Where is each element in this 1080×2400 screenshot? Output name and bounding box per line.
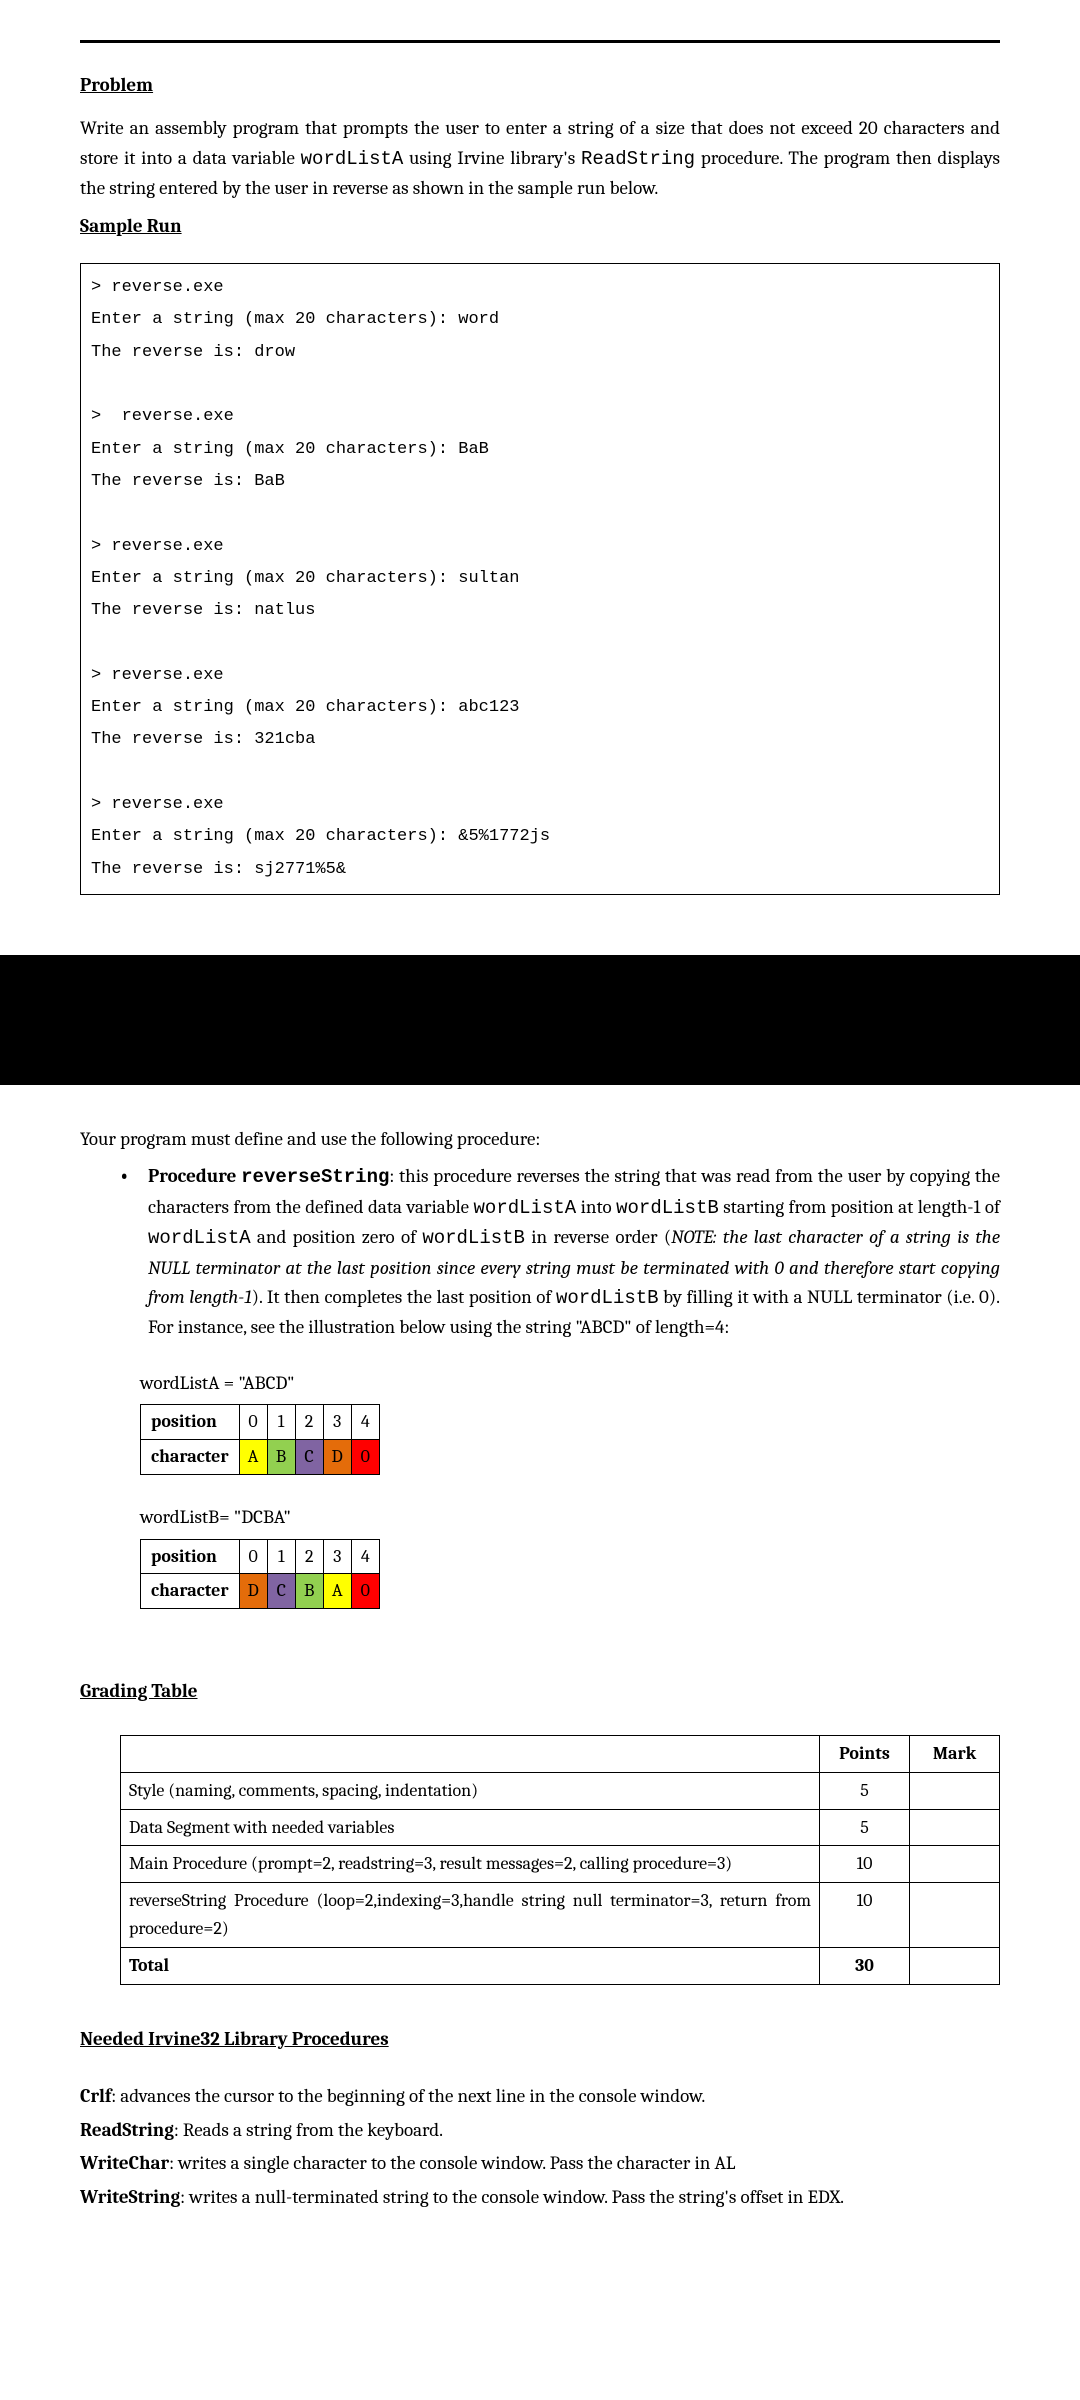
bullet-into: into [576,1196,616,1218]
lib-wchar-name: WriteChar [80,2152,169,2174]
grading-head-empty [121,1735,820,1772]
heading-problem: Problem [80,71,153,100]
bullet-body: Procedure reverseString: this procedure … [148,1162,1000,1343]
char-label-b: character [141,1574,240,1609]
pos-b-0: 0 [239,1539,267,1574]
bullet-d: starting from position at length-1 of [719,1196,1000,1218]
grading-pts-3: 10 [820,1883,910,1948]
grading-pts-0: 5 [820,1772,910,1809]
bullet-wordb-3: wordListB [556,1287,659,1309]
lib-crlf: Crlf: advances the cursor to the beginni… [80,2082,1000,2111]
pos-a-4: 4 [351,1405,379,1440]
pos-b-4: 4 [351,1539,379,1574]
lib-wstr-desc: : writes a null-terminated string to the… [180,2186,844,2208]
pos-b-3: 3 [323,1539,351,1574]
grading-mark-1 [910,1809,1000,1846]
char-a-4: 0 [351,1440,379,1475]
page-2: Your program must define and use the fol… [0,1085,1080,2276]
heading-sample-run: Sample Run [80,212,182,241]
grading-row-1: Data Segment with needed variables 5 [121,1809,1000,1846]
heading-library: Needed Irvine32 Library Procedures [80,2025,389,2054]
lib-wchar-desc: : writes a single character to the conso… [169,2152,735,2174]
char-b-2: B [295,1574,323,1609]
bullet-lead-b: reverseString [241,1166,389,1188]
lib-writestring: WriteString: writes a null-terminated st… [80,2183,1000,2212]
char-a-1: B [267,1440,295,1475]
char-b-3: A [323,1574,351,1609]
lib-writechar: WriteChar: writes a single character to … [80,2149,1000,2178]
pos-a-1: 1 [267,1405,295,1440]
library-procedures: Crlf: advances the cursor to the beginni… [80,2082,1000,2212]
char-a-0: A [239,1440,267,1475]
pos-a-3: 3 [323,1405,351,1440]
code-readstring: ReadString [581,148,695,170]
pos-label-a: position [141,1405,240,1440]
wordlista-table-wrap: wordListA = "ABCD" position 0 1 2 3 4 ch… [140,1369,1000,1475]
code-wordlista: wordListA [301,148,404,170]
grading-head-mark: Mark [910,1735,1000,1772]
bullet-f: in reverse order ( [525,1226,671,1248]
grading-mark-3 [910,1883,1000,1948]
bullet-worda-1: wordListA [474,1197,577,1219]
char-b-1: C [267,1574,295,1609]
problem-text-b: using Irvine library's [403,147,581,169]
bullet-worda-2: wordListA [148,1227,251,1249]
grading-pts-2: 10 [820,1846,910,1883]
problem-paragraph: Write an assembly program that prompts t… [80,114,1000,203]
bullet-icon: • [120,1162,148,1343]
wordlistb-table: position 0 1 2 3 4 character D C B A 0 [140,1539,380,1610]
lib-read-name: ReadString [80,2119,174,2141]
grading-table: Points Mark Style (naming, comments, spa… [120,1735,1000,1985]
grading-row-total: Total 30 [121,1948,1000,1985]
wordlista-caption: wordListA = "ABCD" [140,1369,1000,1398]
procedure-intro: Your program must define and use the fol… [80,1125,1000,1154]
lib-readstring: ReadString: Reads a string from the keyb… [80,2116,1000,2145]
page-separator [0,955,1080,1085]
lib-read-desc: : Reads a string from the keyboard. [174,2119,443,2141]
bullet-g: ). It then completes the last position o… [252,1286,556,1308]
grading-desc-0: Style (naming, comments, spacing, indent… [121,1772,820,1809]
char-b-0: D [239,1574,267,1609]
char-b-4: 0 [351,1574,379,1609]
pos-b-1: 1 [267,1539,295,1574]
grading-row-2: Main Procedure (prompt=2, readstring=3, … [121,1846,1000,1883]
lib-crlf-name: Crlf [80,2085,111,2107]
grading-desc-1: Data Segment with needed variables [121,1809,820,1846]
grading-pts-1: 5 [820,1809,910,1846]
wordlistb-caption: wordListB= "DCBA" [140,1503,1000,1532]
pos-label-b: position [141,1539,240,1574]
lib-crlf-desc: : advances the cursor to the beginning o… [111,2085,705,2107]
grading-row-3: reverseString Procedure (loop=2,indexing… [121,1883,1000,1948]
bullet-wordb-2: wordListB [422,1227,525,1249]
wordlista-table: position 0 1 2 3 4 character A B C D 0 [140,1404,380,1475]
heading-grading: Grading Table [80,1677,198,1706]
pos-b-2: 2 [295,1539,323,1574]
grading-row-0: Style (naming, comments, spacing, indent… [121,1772,1000,1809]
bullet-lead-a: Procedure [148,1165,241,1187]
grading-desc-2: Main Procedure (prompt=2, readstring=3, … [121,1846,820,1883]
grading-mark-0 [910,1772,1000,1809]
pos-a-2: 2 [295,1405,323,1440]
bullet-wordb-1: wordListB [616,1197,719,1219]
char-a-3: D [323,1440,351,1475]
bullet-reversestring: • Procedure reverseString: this procedur… [120,1162,1000,1343]
sample-run-box: > reverse.exe Enter a string (max 20 cha… [80,263,1000,895]
grading-total-mark [910,1948,1000,1985]
lib-wstr-name: WriteString [80,2186,180,2208]
page-1: Problem Write an assembly program that p… [0,0,1080,955]
grading-mark-2 [910,1846,1000,1883]
char-label-a: character [141,1440,240,1475]
grading-total-pts: 30 [820,1948,910,1985]
bullet-e: and position zero of [251,1226,423,1248]
top-rule [80,40,1000,43]
char-a-2: C [295,1440,323,1475]
pos-a-0: 0 [239,1405,267,1440]
grading-head-points: Points [820,1735,910,1772]
grading-desc-3: reverseString Procedure (loop=2,indexing… [121,1883,820,1948]
wordlistb-table-wrap: wordListB= "DCBA" position 0 1 2 3 4 cha… [140,1503,1000,1609]
grading-total-label: Total [121,1948,820,1985]
